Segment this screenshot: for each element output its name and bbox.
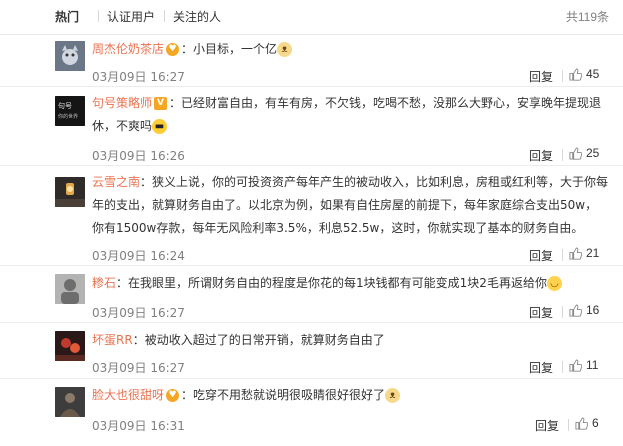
sunglasses-emoji-icon: ▬ xyxy=(152,119,168,134)
like-count: 45 xyxy=(586,67,600,81)
avatar-image xyxy=(55,274,85,304)
comment-text: 小目标，一个亿 xyxy=(193,42,278,56)
tab-divider xyxy=(98,10,99,22)
comment-content: 周杰伦奶茶店 ♥ ：小目标，一个亿 ᴥ xyxy=(92,38,609,61)
like-button[interactable]: 6 xyxy=(575,416,599,430)
comment-item: 句号 你的世界 句号策略师 V ：已经财富自由，有车有房，不欠钱，吃喝不愁，没那么大… xyxy=(0,87,623,166)
reply-button[interactable]: 回复 xyxy=(529,247,553,264)
avatar[interactable]: 句号 你的世界 xyxy=(55,96,85,126)
svg-text:你的世界: 你的世界 xyxy=(58,113,78,120)
avatar-image xyxy=(55,177,85,207)
cat-emoji-icon: ᴥ xyxy=(277,42,293,57)
comment-separator: ： xyxy=(169,96,182,110)
comment-item: 坏蛋RR：被动收入超过了的日常开销，就算财务自由了 03月09日 16:27 回… xyxy=(0,323,623,379)
comment-timestamp: 03月09日 16:24 xyxy=(92,249,185,263)
like-count: 11 xyxy=(586,358,599,372)
comment-separator: ： xyxy=(116,276,129,290)
reply-button[interactable]: 回复 xyxy=(529,304,553,321)
comment-item: 脸大也很甜呀 ♥ ：吃穿不用愁就说明很吸睛很好很好了 ᴥ 03月09日 16:31 回… xyxy=(0,379,623,446)
like-count: 21 xyxy=(586,246,600,260)
reply-button[interactable]: 回复 xyxy=(535,417,559,434)
action-divider xyxy=(562,149,563,161)
comment-timestamp: 03月09日 16:27 xyxy=(92,306,185,320)
comment-text: 狭义上说，你的可投资资产每年产生的被动收入，比如利息，房租或红利等，大于你每年的… xyxy=(92,175,609,235)
thumbs-up-icon xyxy=(575,416,588,430)
comment-username[interactable]: 句号策略师 xyxy=(92,96,152,110)
comment-separator: ： xyxy=(181,388,194,402)
comment-timestamp: 03月09日 16:27 xyxy=(92,70,185,84)
avatar-image xyxy=(55,41,85,71)
cat-emoji-icon: ᴥ xyxy=(385,388,401,403)
comment-list: 周杰伦奶茶店 ♥ ：小目标，一个亿 ᴥ 03月09日 16:27 回复 45 句号 你… xyxy=(0,34,623,446)
comment-username[interactable]: 坏蛋RR xyxy=(92,333,133,347)
comment-timestamp: 03月09日 16:31 xyxy=(92,419,185,433)
comment-item: 云雪之南：狭义上说，你的可投资资产每年产生的被动收入，比如利息，房租或红利等，大… xyxy=(0,166,623,266)
like-count: 16 xyxy=(586,303,600,317)
like-count: 6 xyxy=(592,416,599,430)
thumbs-up-icon xyxy=(569,358,582,372)
comment-separator: ： xyxy=(132,333,145,347)
comment-separator: ： xyxy=(181,42,194,56)
avatar[interactable] xyxy=(55,331,85,361)
comment-text: 被动收入超过了的日常开销，就算财务自由了 xyxy=(144,333,385,347)
smile-emoji-icon: ◡ xyxy=(546,276,562,291)
avatar-image xyxy=(55,387,85,417)
comment-content: 脸大也很甜呀 ♥ ：吃穿不用愁就说明很吸睛很好很好了 ᴥ xyxy=(92,384,609,407)
thumbs-up-icon xyxy=(569,246,582,260)
like-button[interactable]: 16 xyxy=(569,303,599,317)
thumbs-up-icon xyxy=(569,146,582,160)
heart-badge-icon: ♥ xyxy=(166,43,180,56)
action-divider xyxy=(562,361,563,373)
svg-text:句号: 句号 xyxy=(58,101,72,110)
avatar-image: 句号 你的世界 xyxy=(55,96,85,126)
action-divider xyxy=(562,249,563,261)
reply-button[interactable]: 回复 xyxy=(529,68,553,85)
comment-separator: ： xyxy=(140,175,153,189)
heart-badge-icon: ♥ xyxy=(166,389,180,402)
tab-divider xyxy=(164,10,165,22)
like-button[interactable]: 21 xyxy=(569,246,599,260)
like-count: 25 xyxy=(586,146,600,160)
thumbs-up-icon xyxy=(569,303,582,317)
like-button[interactable]: 11 xyxy=(569,358,598,372)
action-divider xyxy=(562,70,563,82)
avatar[interactable] xyxy=(55,41,85,71)
comment-username[interactable]: 脸大也很甜呀 xyxy=(92,388,164,402)
comment-content: 糁石：在我眼里，所谓财务自由的程度是你花的每1块钱都有可能变成1块2毛再返给你 ◡ xyxy=(92,272,609,295)
like-button[interactable]: 45 xyxy=(569,67,599,81)
comment-text: 在我眼里，所谓财务自由的程度是你花的每1块钱都有可能变成1块2毛再返给你 xyxy=(128,276,547,290)
avatar-image xyxy=(55,331,85,361)
comment-content: 坏蛋RR：被动收入超过了的日常开销，就算财务自由了 xyxy=(92,329,609,352)
reply-button[interactable]: 回复 xyxy=(529,359,553,376)
tab-hot[interactable]: 热门 xyxy=(55,8,79,25)
thumbs-up-icon xyxy=(569,67,582,81)
comment-timestamp: 03月09日 16:26 xyxy=(92,149,185,163)
comment-item: 糁石：在我眼里，所谓财务自由的程度是你花的每1块钱都有可能变成1块2毛再返给你 ◡… xyxy=(0,266,623,323)
comment-username[interactable]: 糁石 xyxy=(92,276,116,290)
verified-v-badge-icon: V xyxy=(154,97,168,110)
avatar[interactable] xyxy=(55,177,85,207)
tab-verified-users[interactable]: 认证用户 xyxy=(107,8,155,25)
comment-tabs: 热门 认证用户 关注的人 共119条 xyxy=(0,0,623,35)
comment-total-count: 共119条 xyxy=(565,10,609,24)
tab-followed[interactable]: 关注的人 xyxy=(173,8,221,25)
comment-content: 云雪之南：狭义上说，你的可投资资产每年产生的被动收入，比如利息，房租或红利等，大… xyxy=(92,171,609,240)
comment-username[interactable]: 云雪之南 xyxy=(92,175,140,189)
avatar[interactable] xyxy=(55,274,85,304)
comment-content: 句号策略师 V ：已经财富自由，有车有房，不欠钱，吃喝不愁，没那么大野心，安享晚年提… xyxy=(92,92,609,138)
avatar[interactable] xyxy=(55,387,85,417)
action-divider xyxy=(568,419,569,431)
comment-item: 周杰伦奶茶店 ♥ ：小目标，一个亿 ᴥ 03月09日 16:27 回复 45 xyxy=(0,34,623,87)
action-divider xyxy=(562,306,563,318)
comment-username[interactable]: 周杰伦奶茶店 xyxy=(92,42,164,56)
reply-button[interactable]: 回复 xyxy=(529,147,553,164)
comment-timestamp: 03月09日 16:27 xyxy=(92,361,185,375)
comment-text: 吃穿不用愁就说明很吸睛很好很好了 xyxy=(193,388,386,402)
like-button[interactable]: 25 xyxy=(569,146,599,160)
